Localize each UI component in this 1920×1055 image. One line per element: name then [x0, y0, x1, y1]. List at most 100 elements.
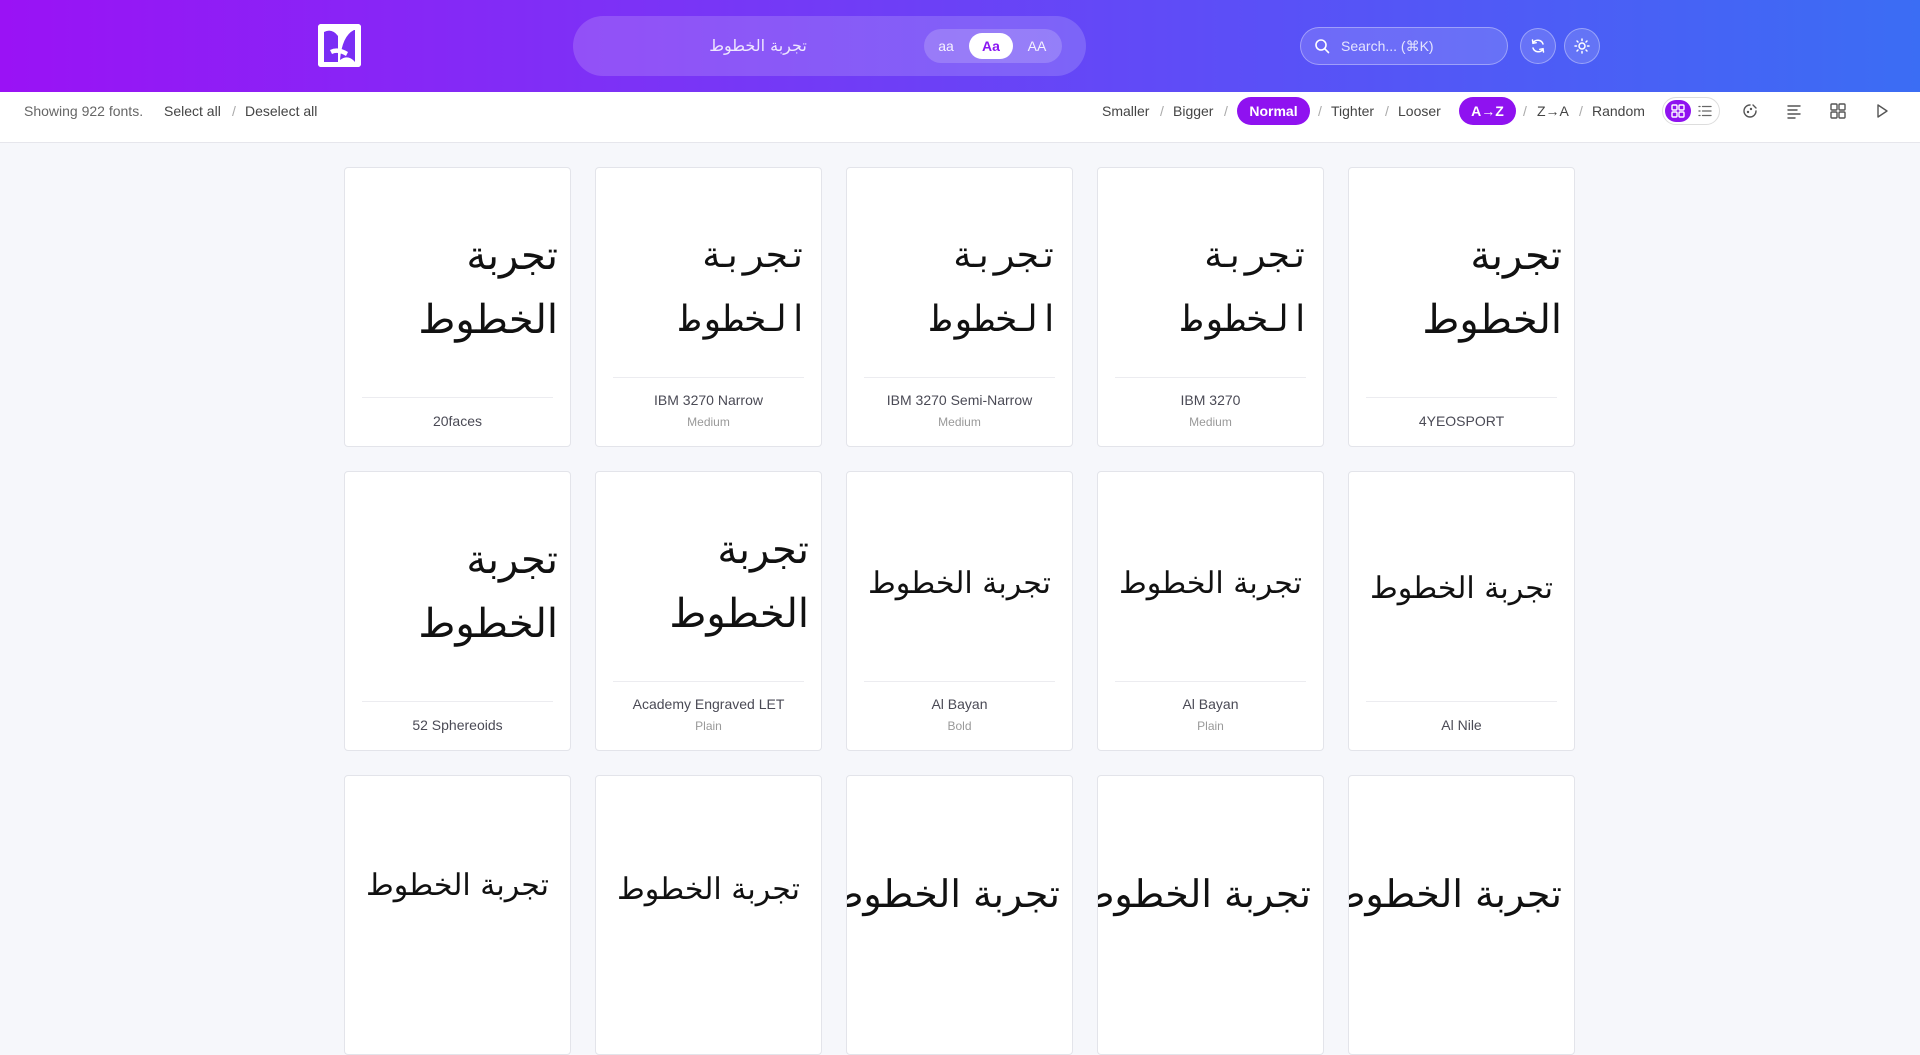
font-name: Al Nile: [1441, 717, 1482, 733]
separator: /: [1160, 103, 1164, 119]
font-sample: تجربة الخطوط: [418, 233, 558, 343]
font-sample: تجربة الخطوط: [1422, 233, 1562, 343]
size-normal-button[interactable]: Normal: [1237, 97, 1310, 125]
font-sample: تجربة الخطوط: [1097, 872, 1311, 916]
font-sample: تجربة الخطوط: [1119, 566, 1302, 601]
font-sample: تجربة الخطوط: [678, 235, 809, 340]
font-name: Al Bayan: [931, 696, 988, 712]
font-sample: تجربة الخطوط: [1180, 235, 1311, 340]
separator: /: [1385, 103, 1389, 119]
font-card[interactable]: تجربة الخطوط: [595, 775, 822, 1055]
font-name: IBM 3270 Semi-Narrow: [886, 392, 1033, 408]
card-divider: [1366, 701, 1557, 702]
sun-icon: [1574, 38, 1590, 54]
play-icon[interactable]: [1874, 103, 1890, 119]
app-logo[interactable]: [318, 24, 361, 67]
font-card[interactable]: تجربة الخطوط Al Nile: [1348, 471, 1575, 751]
font-style: Medium: [1189, 415, 1232, 429]
font-name: Al Bayan: [1182, 696, 1239, 712]
font-card[interactable]: تجربة الخطوط Al Bayan Bold: [846, 471, 1073, 751]
layout-icon[interactable]: [1830, 103, 1846, 119]
font-card[interactable]: تجربة الخطوط: [344, 775, 571, 1055]
font-count: Showing 922 fonts.: [24, 103, 144, 119]
font-style: Medium: [687, 415, 730, 429]
font-name: 20faces: [432, 413, 483, 429]
grid-view-button[interactable]: [1665, 100, 1691, 122]
card-divider: [1366, 397, 1557, 398]
card-divider: [362, 701, 553, 702]
font-sample: تجربة الخطوط: [929, 235, 1060, 340]
font-name: 4YEOSPORT: [1418, 413, 1505, 429]
separator: /: [1579, 103, 1583, 119]
app-header: تجربة الخطوط aa Aa AA: [0, 0, 1920, 92]
case-toggle: aa Aa AA: [924, 29, 1062, 63]
card-divider: [864, 681, 1055, 682]
font-sample: تجربة الخطوط: [669, 527, 809, 637]
font-sample: تجربة الخطوط: [1348, 872, 1562, 916]
toolbar: Showing 922 fonts. Select all / Deselect…: [0, 92, 1920, 143]
deselect-all-link[interactable]: Deselect all: [245, 92, 317, 130]
refresh-icon: [1531, 39, 1545, 53]
card-divider: [362, 397, 553, 398]
search-input[interactable]: [1341, 28, 1501, 64]
font-style: Bold: [947, 719, 972, 733]
font-card[interactable]: تجربة الخطوط Al Bayan Plain: [1097, 471, 1324, 751]
spacing-looser-button[interactable]: Looser: [1398, 92, 1441, 130]
case-upper-button[interactable]: AA: [1017, 33, 1057, 59]
font-card[interactable]: تجربة الخطوط 52 Sphereoids: [344, 471, 571, 751]
font-card[interactable]: تجربة الخطوط 4YEOSPORT: [1348, 167, 1575, 447]
search-icon: [1315, 39, 1330, 54]
font-style: Plain: [695, 719, 722, 733]
separator: /: [232, 103, 236, 119]
font-sample: تجربة الخطوط: [418, 537, 558, 647]
case-title-button[interactable]: Aa: [969, 33, 1013, 59]
font-style: Medium: [938, 415, 981, 429]
grid-icon: [1671, 104, 1685, 118]
font-card[interactable]: تجربة الخطوط: [1097, 775, 1324, 1055]
font-sample: تجربة الخطوط: [1370, 571, 1553, 606]
preview-text-input[interactable]: تجربة الخطوط: [573, 16, 943, 76]
select-all-link[interactable]: Select all: [164, 92, 221, 130]
font-name: Academy Engraved LET: [632, 696, 785, 712]
font-card[interactable]: تجربة الخطوط 20faces: [344, 167, 571, 447]
font-card[interactable]: تجربة الخطوط IBM 3270 Semi-Narrow Medium: [846, 167, 1073, 447]
font-card[interactable]: تجربة الخطوط: [846, 775, 1073, 1055]
list-view-button[interactable]: [1692, 100, 1718, 122]
sort-za-button[interactable]: Z→A: [1537, 92, 1569, 130]
separator: /: [1224, 103, 1228, 119]
font-name: 52 Sphereoids: [412, 717, 503, 733]
spacing-tighter-button[interactable]: Tighter: [1331, 92, 1374, 130]
separator: /: [1523, 103, 1527, 119]
theme-toggle-button[interactable]: [1564, 28, 1600, 64]
font-card[interactable]: تجربة الخطوط IBM 3270 Medium: [1097, 167, 1324, 447]
font-sample: تجربة الخطوط: [846, 872, 1060, 916]
font-style: Plain: [1197, 719, 1224, 733]
card-divider: [1115, 377, 1306, 378]
card-divider: [864, 377, 1055, 378]
size-smaller-button[interactable]: Smaller: [1102, 92, 1149, 130]
preview-text-bar[interactable]: تجربة الخطوط aa Aa AA: [573, 16, 1086, 76]
font-name: IBM 3270: [1180, 392, 1241, 408]
font-name: IBM 3270 Narrow: [654, 392, 763, 408]
logo-icon: [318, 24, 361, 67]
font-card[interactable]: تجربة الخطوط Academy Engraved LET Plain: [595, 471, 822, 751]
font-card[interactable]: تجربة الخطوط IBM 3270 Narrow Medium: [595, 167, 822, 447]
font-sample: تجربة الخطوط: [366, 868, 549, 903]
search-box[interactable]: [1300, 27, 1508, 65]
align-icon[interactable]: [1786, 103, 1802, 119]
card-divider: [613, 377, 804, 378]
list-icon: [1698, 105, 1712, 117]
sort-random-button[interactable]: Random: [1592, 92, 1645, 130]
palette-icon[interactable]: [1742, 103, 1758, 119]
card-divider: [613, 681, 804, 682]
font-sample: تجربة الخطوط: [868, 566, 1051, 601]
card-divider: [1115, 681, 1306, 682]
case-lower-button[interactable]: aa: [928, 33, 964, 59]
refresh-button[interactable]: [1520, 28, 1556, 64]
font-card[interactable]: تجربة الخطوط: [1348, 775, 1575, 1055]
font-sample: تجربة الخطوط: [617, 872, 800, 907]
size-bigger-button[interactable]: Bigger: [1173, 92, 1213, 130]
separator: /: [1318, 103, 1322, 119]
sort-az-button[interactable]: A→Z: [1459, 97, 1516, 125]
view-toggle: [1662, 97, 1720, 125]
